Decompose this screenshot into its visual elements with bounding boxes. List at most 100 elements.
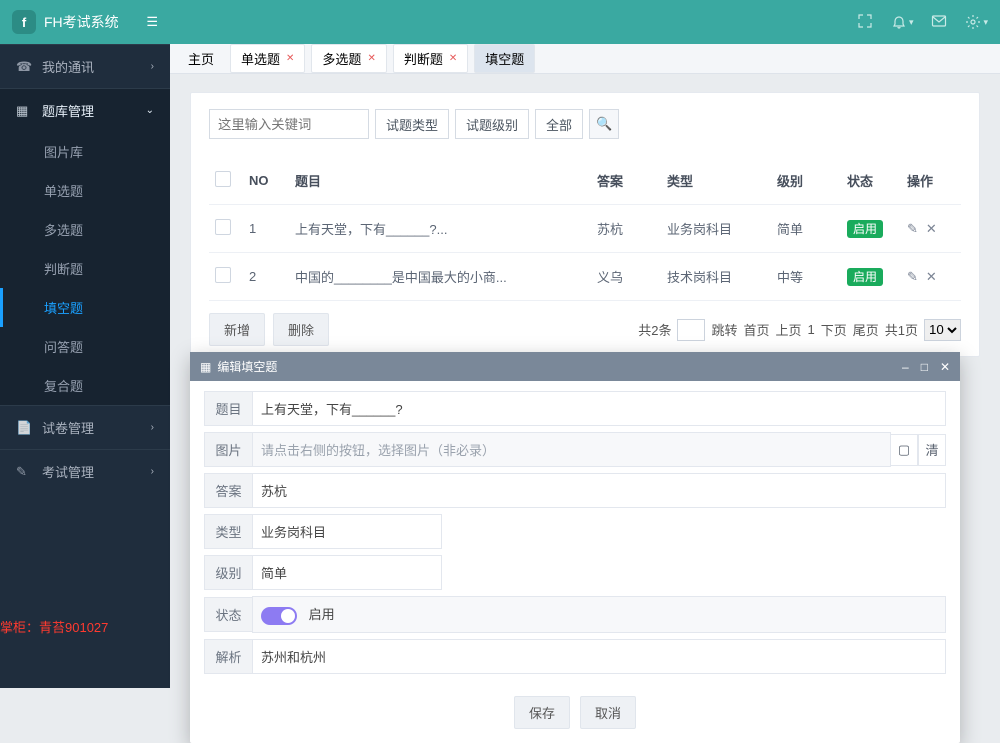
- close-icon[interactable]: ✕: [940, 360, 950, 374]
- watermark: 掌柜：青苔901027: [0, 613, 108, 640]
- pick-image-button[interactable]: ▢: [890, 434, 918, 466]
- save-button[interactable]: 保存: [514, 696, 570, 729]
- status-badge: 启用: [847, 220, 883, 238]
- keyword-input[interactable]: [209, 109, 369, 139]
- phone-icon: ☎: [16, 59, 32, 75]
- bell-icon[interactable]: ▾: [891, 14, 914, 30]
- pager-total: 共2条: [638, 320, 671, 339]
- edit-modal: ▦ 编辑填空题 – □ ✕ 题目 上有天堂，下有______? 图片 请点击右侧…: [190, 352, 960, 743]
- content-card: 试题类型 试题级别 全部 🔍 NO 题目 答案 类型 级别 状态 操作: [190, 92, 980, 357]
- file-icon: 📄: [16, 420, 32, 436]
- row-checkbox[interactable]: [215, 267, 231, 283]
- pager-last[interactable]: 尾页: [853, 320, 879, 339]
- database-icon: ▦: [16, 103, 32, 119]
- sidebar-item-exams[interactable]: ✎ 考试管理 ›: [0, 449, 170, 493]
- sidebar-item-compound[interactable]: 复合题: [0, 366, 170, 405]
- sidebar-item-papers[interactable]: 📄 试卷管理 ›: [0, 405, 170, 449]
- edit-icon[interactable]: ✎: [907, 269, 918, 285]
- cancel-button[interactable]: 取消: [580, 696, 636, 729]
- question-table: NO 题目 答案 类型 级别 状态 操作 1 上有天堂，下有______?...: [209, 157, 961, 301]
- tab-single[interactable]: 单选题✕: [230, 44, 305, 73]
- tab-judge[interactable]: 判断题✕: [393, 44, 468, 73]
- chevron-right-icon: ›: [151, 466, 154, 477]
- delete-icon[interactable]: ✕: [926, 221, 937, 237]
- row-checkbox[interactable]: [215, 219, 231, 235]
- th-status: 状态: [841, 157, 901, 205]
- edit-icon: ✎: [16, 464, 32, 480]
- sidebar-item-contacts[interactable]: ☎ 我的通讯 ›: [0, 44, 170, 88]
- mail-icon[interactable]: [931, 13, 947, 32]
- th-title: 题目: [289, 157, 591, 205]
- th-level: 级别: [771, 157, 841, 205]
- pager: 共2条 跳转 首页 上页 1 下页 尾页 共1页 10: [638, 319, 961, 341]
- delete-button[interactable]: 删除: [273, 313, 329, 346]
- pager-jump-input[interactable]: [677, 319, 705, 341]
- sidebar: f FH考试系统 ☰ ☎ 我的通讯 › ▦ 题库管理 ⌄ 图片库 单选题 多选题…: [0, 0, 170, 688]
- tabs-bar: 主页 单选题✕ 多选题✕ 判断题✕ 填空题: [170, 44, 1000, 74]
- pager-first[interactable]: 首页: [743, 320, 769, 339]
- close-icon[interactable]: ✕: [367, 53, 375, 64]
- filter-bar: 试题类型 试题级别 全部 🔍: [209, 109, 961, 139]
- menu-icon[interactable]: ☰: [146, 14, 158, 30]
- label-answer: 答案: [204, 473, 252, 508]
- sidebar-item-judge[interactable]: 判断题: [0, 249, 170, 288]
- status-toggle[interactable]: [261, 607, 297, 625]
- table-row: 2 中国的________是中国最大的小商... 义乌 技术岗科目 中等 启用 …: [209, 253, 961, 301]
- type-select[interactable]: 试题类型: [375, 109, 449, 139]
- label-status: 状态: [204, 597, 252, 632]
- logo-bar: f FH考试系统 ☰: [0, 0, 170, 44]
- table-row: 1 上有天堂，下有______?... 苏杭 业务岗科目 简单 启用 ✎✕: [209, 205, 961, 253]
- input-title[interactable]: 上有天堂，下有______?: [252, 391, 946, 426]
- pager-size-select[interactable]: 10: [924, 319, 961, 341]
- delete-icon[interactable]: ✕: [926, 269, 937, 285]
- modal-titlebar[interactable]: ▦ 编辑填空题 – □ ✕: [190, 352, 960, 381]
- sidebar-label: 试卷管理: [42, 418, 94, 437]
- fullscreen-icon[interactable]: [857, 13, 873, 32]
- checkbox-all[interactable]: [215, 171, 231, 187]
- edit-icon[interactable]: ✎: [907, 221, 918, 237]
- all-select[interactable]: 全部: [535, 109, 583, 139]
- close-icon[interactable]: ✕: [449, 53, 457, 64]
- sidebar-item-single[interactable]: 单选题: [0, 171, 170, 210]
- close-icon[interactable]: ✕: [286, 53, 294, 64]
- input-answer[interactable]: 苏杭: [252, 473, 946, 508]
- table-footer: 新增 删除 共2条 跳转 首页 上页 1 下页 尾页 共1页 10: [209, 313, 961, 346]
- app-name: FH考试系统: [44, 12, 146, 32]
- select-type[interactable]: 业务岗科目: [252, 514, 442, 549]
- input-image[interactable]: 请点击右侧的按钮，选择图片（非必录）: [252, 432, 891, 467]
- label-level: 级别: [204, 555, 252, 590]
- tab-home[interactable]: 主页: [178, 45, 224, 72]
- label-image: 图片: [204, 432, 252, 467]
- maximize-icon[interactable]: □: [921, 360, 928, 374]
- search-button[interactable]: 🔍: [589, 109, 619, 139]
- sidebar-item-question-bank[interactable]: ▦ 题库管理 ⌄: [0, 88, 170, 132]
- minimize-icon[interactable]: –: [902, 360, 909, 374]
- sidebar-item-qa[interactable]: 问答题: [0, 327, 170, 366]
- clear-image-button[interactable]: 清: [918, 434, 946, 466]
- label-type: 类型: [204, 514, 252, 549]
- tab-blank[interactable]: 填空题: [474, 44, 535, 73]
- image-icon: ▢: [898, 442, 910, 458]
- th-type: 类型: [661, 157, 771, 205]
- sidebar-item-blank[interactable]: 填空题: [0, 288, 170, 327]
- level-select[interactable]: 试题级别: [455, 109, 529, 139]
- sidebar-item-images[interactable]: 图片库: [0, 132, 170, 171]
- gear-icon[interactable]: ▾: [965, 14, 988, 30]
- status-text: 启用: [309, 607, 335, 622]
- select-level[interactable]: 简单: [252, 555, 442, 590]
- tab-multi[interactable]: 多选题✕: [311, 44, 386, 73]
- modal-title: 编辑填空题: [217, 358, 277, 375]
- add-button[interactable]: 新增: [209, 313, 265, 346]
- top-bar: ▾ ▾: [170, 0, 1000, 44]
- sidebar-label: 考试管理: [42, 462, 94, 481]
- pager-next[interactable]: 下页: [821, 320, 847, 339]
- label-analysis: 解析: [204, 639, 252, 674]
- logo-icon: f: [12, 10, 36, 34]
- sidebar-item-multi[interactable]: 多选题: [0, 210, 170, 249]
- pager-prev[interactable]: 上页: [775, 320, 801, 339]
- th-ops: 操作: [901, 157, 961, 205]
- pager-pages: 共1页: [885, 320, 918, 339]
- pager-jump[interactable]: 跳转: [711, 320, 737, 339]
- input-analysis[interactable]: 苏州和杭州: [252, 639, 946, 674]
- status-badge: 启用: [847, 268, 883, 286]
